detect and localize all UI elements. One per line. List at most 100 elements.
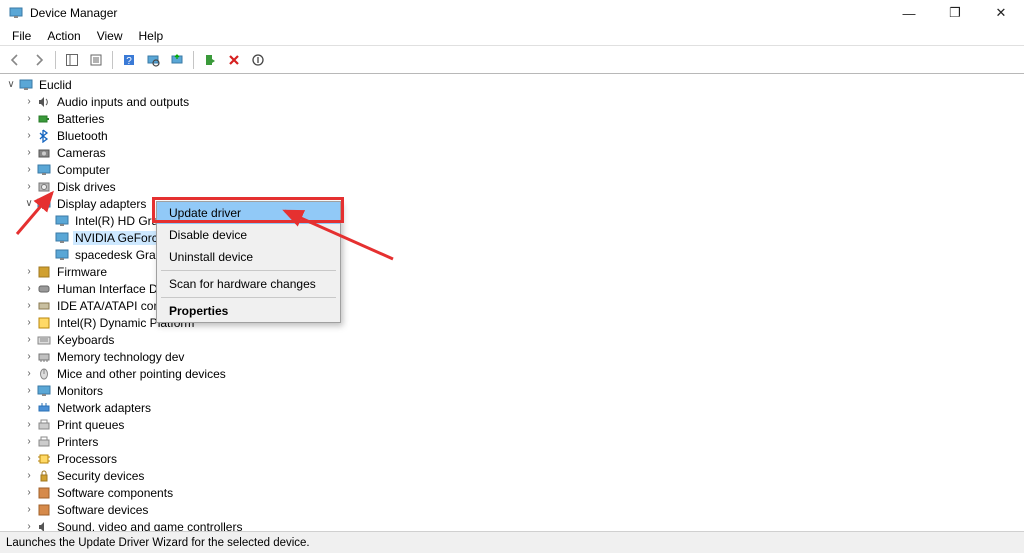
category-node[interactable]: › Disk drives: [22, 178, 1020, 195]
monitor-icon: [36, 383, 52, 399]
camera-icon: [36, 145, 52, 161]
speaker-icon: [36, 94, 52, 110]
collapse-icon[interactable]: ∨: [4, 78, 18, 92]
context-item-properties[interactable]: Properties: [157, 300, 340, 322]
category-label: Display adapters: [55, 197, 148, 211]
expand-icon[interactable]: ›: [22, 265, 36, 279]
bluetooth-icon: [36, 128, 52, 144]
expand-icon[interactable]: ›: [22, 503, 36, 517]
category-label: Mice and other pointing devices: [55, 367, 228, 381]
disable-device-button[interactable]: [247, 49, 269, 71]
update-driver-button[interactable]: [166, 49, 188, 71]
mouse-icon: [36, 366, 52, 382]
cpu-icon: [36, 451, 52, 467]
category-node[interactable]: ›Bluetooth: [22, 127, 1020, 144]
category-node[interactable]: › Keyboards: [22, 331, 1020, 348]
network-icon: [36, 400, 52, 416]
uninstall-device-button[interactable]: [223, 49, 245, 71]
minimize-button[interactable]: —: [886, 0, 932, 26]
expand-icon[interactable]: ›: [22, 435, 36, 449]
expand-icon[interactable]: ›: [22, 486, 36, 500]
ide-icon: [36, 298, 52, 314]
root-label: Euclid: [37, 78, 74, 92]
help-button[interactable]: ?: [118, 49, 140, 71]
sound-icon: [36, 519, 52, 532]
category-node[interactable]: ›Batteries: [22, 110, 1020, 127]
toolbar: ?: [0, 46, 1024, 74]
category-node[interactable]: › Cameras: [22, 144, 1020, 161]
expand-icon[interactable]: ›: [22, 418, 36, 432]
close-button[interactable]: ✕: [978, 0, 1024, 26]
expand-icon[interactable]: ›: [22, 282, 36, 296]
category-node[interactable]: ›Monitors: [22, 382, 1020, 399]
window-title: Device Manager: [30, 6, 886, 20]
collapse-icon[interactable]: ∨: [22, 197, 36, 211]
category-label: Keyboards: [55, 333, 116, 347]
category-node[interactable]: ›Print queues: [22, 416, 1020, 433]
expand-icon[interactable]: ›: [22, 469, 36, 483]
context-menu: Update driverDisable deviceUninstall dev…: [156, 201, 341, 323]
device-tree[interactable]: ∨ Euclid › Audio inputs and outputs›Batte…: [0, 74, 1024, 531]
disk-icon: [36, 179, 52, 195]
category-node[interactable]: › Mice and other pointing devices: [22, 365, 1020, 382]
category-node[interactable]: ›Printers: [22, 433, 1020, 450]
expand-icon[interactable]: ›: [22, 452, 36, 466]
expand-icon[interactable]: ›: [22, 401, 36, 415]
menu-help[interactable]: Help: [131, 27, 172, 45]
expand-icon[interactable]: ›: [22, 367, 36, 381]
context-item-update-driver[interactable]: Update driver: [157, 202, 340, 224]
context-item-uninstall-device[interactable]: Uninstall device: [157, 246, 340, 268]
expand-icon[interactable]: ›: [22, 146, 36, 160]
properties-button[interactable]: [85, 49, 107, 71]
keyboard-icon: [36, 332, 52, 348]
swdev-icon: [36, 502, 52, 518]
expand-icon[interactable]: ›: [22, 384, 36, 398]
context-item-disable-device[interactable]: Disable device: [157, 224, 340, 246]
category-label: Audio inputs and outputs: [55, 95, 191, 109]
expand-icon[interactable]: ›: [22, 520, 36, 532]
expand-icon[interactable]: ›: [22, 350, 36, 364]
titlebar: Device Manager — ❐ ✕: [0, 0, 1024, 26]
back-button[interactable]: [4, 49, 26, 71]
enable-device-button[interactable]: [199, 49, 221, 71]
category-node[interactable]: ›Software components: [22, 484, 1020, 501]
maximize-button[interactable]: ❐: [932, 0, 978, 26]
scan-hardware-button[interactable]: [142, 49, 164, 71]
root-node[interactable]: ∨ Euclid: [4, 76, 1020, 93]
category-label: Cameras: [55, 146, 108, 160]
context-item-scan-for-hardware-changes[interactable]: Scan for hardware changes: [157, 273, 340, 295]
printqueue-icon: [36, 417, 52, 433]
expand-icon[interactable]: ›: [22, 112, 36, 126]
category-label: Network adapters: [55, 401, 153, 415]
context-separator: [161, 297, 336, 298]
expand-icon[interactable]: ›: [22, 95, 36, 109]
category-label: Sound, video and game controllers: [55, 520, 244, 532]
category-node[interactable]: › Audio inputs and outputs: [22, 93, 1020, 110]
expand-icon[interactable]: ›: [22, 180, 36, 194]
forward-button[interactable]: [28, 49, 50, 71]
expand-icon[interactable]: ›: [22, 316, 36, 330]
category-node[interactable]: › Network adapters: [22, 399, 1020, 416]
firmware-icon: [36, 264, 52, 280]
category-node[interactable]: › Memory technology dev: [22, 348, 1020, 365]
category-node[interactable]: ›Computer: [22, 161, 1020, 178]
category-node[interactable]: ›Processors: [22, 450, 1020, 467]
show-hide-tree-button[interactable]: [61, 49, 83, 71]
category-label: Memory technology dev: [55, 350, 186, 364]
menu-file[interactable]: File: [4, 27, 39, 45]
category-node[interactable]: ›Software devices: [22, 501, 1020, 518]
expand-icon[interactable]: ›: [22, 163, 36, 177]
menubar: File Action View Help: [0, 26, 1024, 46]
expand-icon[interactable]: ›: [22, 129, 36, 143]
menu-view[interactable]: View: [89, 27, 131, 45]
display-icon: [54, 247, 70, 263]
svg-text:?: ?: [126, 56, 132, 67]
category-node[interactable]: › Sound, video and game controllers: [22, 518, 1020, 531]
expand-icon[interactable]: ›: [22, 299, 36, 313]
hid-icon: [36, 281, 52, 297]
expand-icon[interactable]: ›: [22, 333, 36, 347]
security-icon: [36, 468, 52, 484]
category-label: Disk drives: [55, 180, 118, 194]
menu-action[interactable]: Action: [39, 27, 88, 45]
category-node[interactable]: ›Security devices: [22, 467, 1020, 484]
